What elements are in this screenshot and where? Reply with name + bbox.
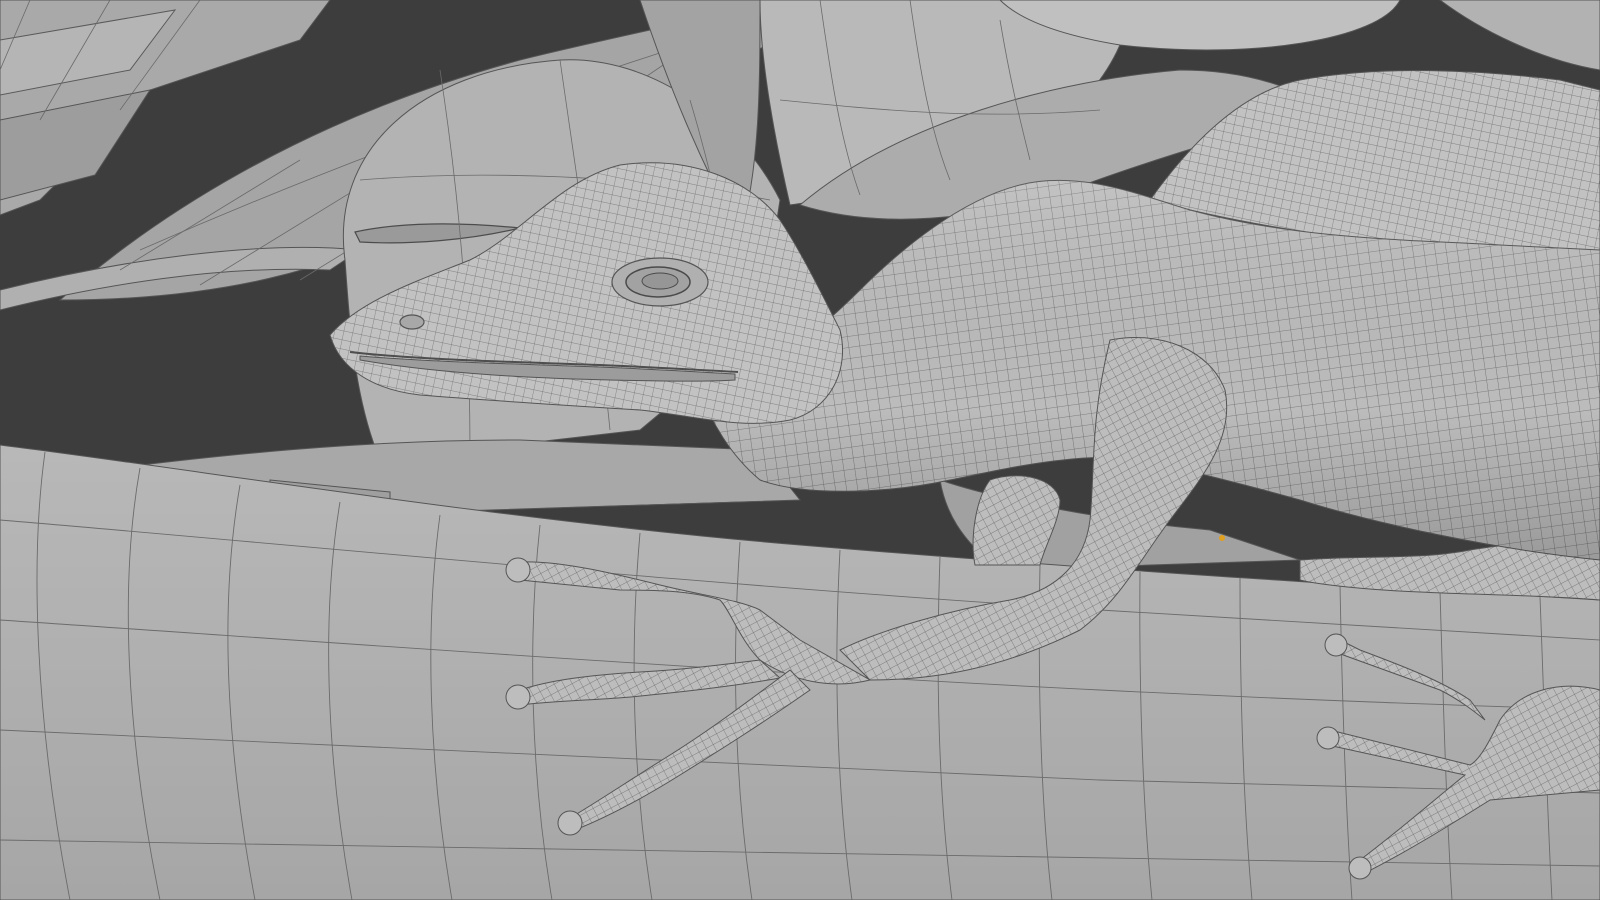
object-origin <box>1219 535 1225 541</box>
toe-pad <box>557 810 583 836</box>
eye-pupil <box>641 272 679 290</box>
toe-pad <box>1324 633 1348 657</box>
toe-pad <box>1348 856 1372 880</box>
toe-pad <box>505 684 531 710</box>
toe-pad <box>1316 726 1340 750</box>
toe-pad <box>505 557 531 583</box>
lizard-nostril <box>399 314 425 330</box>
3d-viewport[interactable] <box>0 0 1600 900</box>
lizard-eye[interactable] <box>611 257 709 307</box>
scene-render[interactable] <box>0 0 1600 900</box>
